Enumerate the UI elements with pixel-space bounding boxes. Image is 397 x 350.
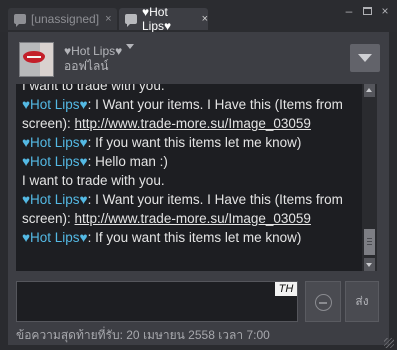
chat-message: I want to trade with you. [22, 84, 362, 95]
message-sender[interactable]: ♥Hot Lips♥ [22, 97, 88, 112]
last-message-info: ข้อความสุดท้ายที่รับ: 20 เมษายน 2558 เวล… [16, 328, 270, 342]
tab-label: [unassigned] [31, 12, 100, 26]
avatar[interactable] [19, 42, 54, 77]
scrollbar[interactable] [362, 84, 377, 271]
scroll-up-icon[interactable] [364, 84, 375, 97]
scroll-down-icon[interactable] [364, 258, 375, 271]
message-separator: : [87, 230, 96, 245]
message-separator: : [87, 97, 96, 112]
chat-options-button[interactable] [350, 44, 380, 72]
chat-log: I want to trade with you. ♥Hot Lips♥: I W… [16, 84, 377, 271]
tab-label: ♥Hot Lips♥ [142, 5, 172, 33]
message-link[interactable]: http://www.trade-more.su/Image_03059 [75, 211, 311, 226]
message-text: If you want this items let me know) [95, 230, 302, 245]
message-separator: : [87, 135, 96, 150]
smiley-icon [315, 294, 332, 311]
chat-icon [125, 14, 137, 27]
chat-panel: ♥Hot Lips♥ ออฟไลน์ I want to trade with … [8, 32, 389, 345]
message-sender[interactable]: ♥Hot Lips♥ [22, 230, 88, 245]
language-badge: TH [275, 282, 297, 296]
send-button[interactable]: ส่ง [345, 281, 379, 322]
message-input[interactable]: TH [16, 281, 298, 322]
message-separator: : [87, 154, 96, 169]
message-text: I want to trade with you. [22, 84, 165, 93]
maximize-button[interactable] [360, 4, 374, 18]
chat-message: I want to trade with you. [22, 171, 362, 190]
chat-message: ♥Hot Lips♥: Hello man :) [22, 152, 362, 171]
tab-hot-lips[interactable]: ♥Hot Lips♥ × [119, 5, 208, 33]
resize-grip[interactable] [384, 338, 394, 348]
message-sender[interactable]: ♥Hot Lips♥ [22, 154, 88, 169]
tab-close-icon[interactable]: × [105, 13, 111, 25]
title-bar: [unassigned] × ♥Hot Lips♥ × – × [0, 0, 397, 33]
contact-name[interactable]: ♥Hot Lips♥ [64, 44, 122, 58]
message-link[interactable]: http://www.trade-more.su/Image_03059 [75, 116, 311, 131]
chat-message: ♥Hot Lips♥: If you want this items let m… [22, 133, 362, 152]
scroll-thumb[interactable] [364, 229, 375, 255]
chat-message: ♥Hot Lips♥: If you want this items let m… [22, 228, 362, 247]
minimize-button[interactable]: – [342, 4, 356, 18]
chat-messages: I want to trade with you. ♥Hot Lips♥: I W… [22, 84, 362, 247]
message-sender[interactable]: ♥Hot Lips♥ [22, 192, 88, 207]
emoticon-button[interactable] [305, 281, 341, 322]
message-separator: : [87, 192, 96, 207]
message-sender[interactable]: ♥Hot Lips♥ [22, 135, 88, 150]
chat-message: ♥Hot Lips♥: I Want your items. I Have th… [22, 95, 362, 133]
chevron-down-icon[interactable] [126, 44, 134, 49]
chat-icon [14, 14, 26, 27]
message-text: If you want this items let me know) [95, 135, 302, 150]
message-text: Hello man :) [95, 154, 168, 169]
tab-unassigned[interactable]: [unassigned] × [8, 8, 117, 30]
chat-message: ♥Hot Lips♥: I Want your items. I Have th… [22, 190, 362, 228]
tab-close-icon[interactable]: × [202, 13, 208, 25]
contact-status: ออฟไลน์ [64, 59, 109, 73]
message-text: I want to trade with you. [22, 173, 165, 188]
maximize-icon [362, 7, 372, 15]
close-window-button[interactable]: × [378, 4, 392, 18]
